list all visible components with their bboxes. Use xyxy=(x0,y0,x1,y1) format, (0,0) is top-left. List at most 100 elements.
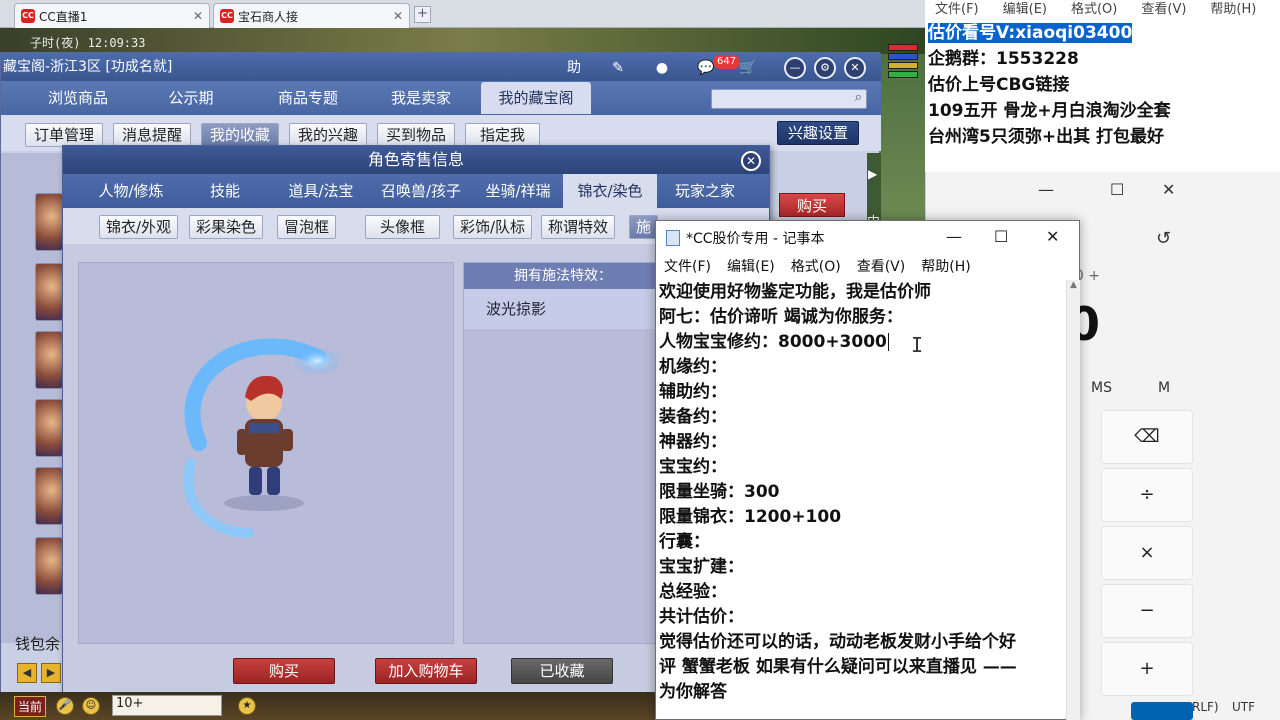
pen-icon[interactable]: ✎ xyxy=(607,57,629,79)
menu-file[interactable]: 文件(F) xyxy=(664,254,711,280)
text-line: 共计估价： xyxy=(659,607,744,627)
character-avatar[interactable] xyxy=(35,263,63,321)
menu-help[interactable]: 帮助(H) xyxy=(1210,0,1256,20)
close-icon[interactable]: ✕ xyxy=(741,151,761,171)
menu-edit[interactable]: 编辑(E) xyxy=(727,254,775,280)
character-avatar[interactable] xyxy=(35,399,63,457)
multiply-button[interactable]: × xyxy=(1101,526,1193,580)
subtab-color-dye[interactable]: 彩果染色 xyxy=(189,215,264,239)
subtab-outfit-appearance[interactable]: 锦衣/外观 xyxy=(99,215,179,239)
subnav-orders[interactable]: 订单管理 xyxy=(25,123,104,147)
menu-view[interactable]: 查看(V) xyxy=(857,254,906,280)
subnav-my-interests[interactable]: 我的兴趣 xyxy=(289,123,368,147)
subtab-decor-team-logo[interactable]: 彩饰/队标 xyxy=(453,215,533,239)
subnav-messages[interactable]: 消息提醒 xyxy=(113,123,192,147)
divide-button[interactable]: ÷ xyxy=(1101,468,1193,522)
nav-topics[interactable]: 商品专题 xyxy=(253,82,363,114)
subtab-casting-effects[interactable]: 施 xyxy=(629,215,659,239)
plus-button[interactable]: + xyxy=(1101,642,1193,696)
arrow-right-icon[interactable]: ▶ xyxy=(41,663,61,683)
help-icon[interactable]: 助 xyxy=(563,57,585,79)
toolbar-icon[interactable]: ★ xyxy=(238,697,256,715)
text-line: 限量坐骑：300 xyxy=(659,482,780,502)
nav-browse-goods[interactable]: 浏览商品 xyxy=(23,82,133,114)
settings-gear-icon[interactable]: ⚙ xyxy=(814,57,836,79)
menu-file[interactable]: 文件(F) xyxy=(935,0,979,20)
character-avatar[interactable] xyxy=(35,467,63,525)
character-avatar[interactable] xyxy=(35,537,63,595)
current-channel-button[interactable]: 当前 xyxy=(14,696,47,717)
subnav-assigned-to-me[interactable]: 指定我 xyxy=(465,123,541,147)
minimize-icon[interactable]: — xyxy=(1038,180,1054,199)
buy-button[interactable]: 购买 xyxy=(233,658,335,684)
play-arrow-icon[interactable]: ▶ xyxy=(868,167,877,181)
promo-menu-bar: 文件(F) 编辑(E) 格式(O) 查看(V) 帮助(H) xyxy=(925,0,1280,20)
nav-i-am-seller[interactable]: 我是卖家 xyxy=(371,82,471,114)
tab-mounts[interactable]: 坐骑/祥瑞 xyxy=(473,174,563,208)
tab-summons-children[interactable]: 召唤兽/孩子 xyxy=(369,174,473,208)
character-avatar[interactable] xyxy=(35,331,63,389)
history-icon[interactable]: ↺ xyxy=(1156,228,1171,249)
text-line: 机缘约： xyxy=(659,357,727,377)
cart-icon[interactable]: 🛒 xyxy=(737,57,759,79)
notepad-text-area[interactable]: 欢迎使用好物鉴定功能，我是估价师 阿七：估价谛听 竭诚为你服务： 人物宝宝修约：… xyxy=(656,280,1066,720)
maximize-icon[interactable]: ☐ xyxy=(994,227,1008,246)
window-title-text: 藏宝阁-浙江3区 [功成名就] xyxy=(3,59,173,75)
tab-skills[interactable]: 技能 xyxy=(193,174,257,208)
text-line-with-caret: 人物宝宝修约：8000+3000 xyxy=(659,330,1066,355)
tab-player-home[interactable]: 玩家之家 xyxy=(663,174,747,208)
close-icon[interactable]: ✕ xyxy=(1162,180,1175,199)
search-icon[interactable]: ⌕ xyxy=(855,90,862,105)
minimize-icon[interactable]: — xyxy=(784,57,806,79)
favorited-button[interactable]: 已收藏 xyxy=(511,658,613,684)
promo-line: 109五开 骨龙+月白浪淘沙全套 xyxy=(928,101,1171,121)
nav-my-pavilion[interactable]: 我的藏宝阁 xyxy=(481,82,591,114)
emoji-icon[interactable]: ☺ xyxy=(82,697,100,715)
subtab-bubble-frame[interactable]: 冒泡框 xyxy=(277,215,337,239)
close-icon[interactable]: ✕ xyxy=(193,9,203,23)
interest-settings-button[interactable]: 兴趣设置 xyxy=(777,121,860,145)
browser-tab-gem-merchant[interactable]: CC 宝石商人接 ✕ xyxy=(213,3,410,28)
minus-button[interactable]: − xyxy=(1101,584,1193,638)
new-tab-plus-icon[interactable]: + xyxy=(414,6,431,23)
menu-view[interactable]: 查看(V) xyxy=(1141,0,1186,20)
tab-character-cultivation[interactable]: 人物/修炼 xyxy=(83,174,179,208)
memory-button[interactable]: M xyxy=(1158,380,1170,396)
close-icon[interactable]: ✕ xyxy=(1046,227,1059,246)
search-input[interactable] xyxy=(712,90,842,108)
text-line: 宝宝扩建： xyxy=(659,557,744,577)
scroll-up-icon[interactable]: ▲ xyxy=(1067,280,1080,290)
chat-input[interactable]: 10+ xyxy=(112,695,222,716)
tab-items-treasures[interactable]: 道具/法宝 xyxy=(271,174,371,208)
effect-item[interactable]: 波光掠影 xyxy=(464,289,662,329)
list-buy-button[interactable]: 购买 xyxy=(779,193,845,217)
subnav-bought-items[interactable]: 买到物品 xyxy=(377,123,456,147)
minimize-icon[interactable]: — xyxy=(946,227,962,246)
close-icon[interactable]: ✕ xyxy=(393,9,403,23)
equals-button[interactable] xyxy=(1131,702,1193,720)
menu-edit[interactable]: 编辑(E) xyxy=(1003,0,1047,20)
menu-format[interactable]: 格式(O) xyxy=(791,254,841,280)
subnav-my-favorites[interactable]: 我的收藏 xyxy=(201,123,280,147)
vertical-scrollbar[interactable]: ▲ xyxy=(1066,280,1080,720)
close-icon[interactable]: ✕ xyxy=(844,57,866,79)
text-line: 行囊： xyxy=(659,532,710,552)
maximize-icon[interactable]: ☐ xyxy=(1110,180,1124,199)
menu-format[interactable]: 格式(O) xyxy=(1071,0,1117,20)
record-icon[interactable]: ● xyxy=(651,57,673,79)
memory-store-button[interactable]: MS xyxy=(1091,380,1112,396)
backspace-button[interactable]: ⌫ xyxy=(1101,410,1193,464)
microphone-icon[interactable]: 🎤 xyxy=(56,697,74,715)
nav-public-period[interactable]: 公示期 xyxy=(141,82,241,114)
add-to-cart-button[interactable]: 加入购物车 xyxy=(375,658,477,684)
promo-line: 企鹅群：1553228 xyxy=(928,49,1079,69)
subtab-title-effects[interactable]: 称谓特效 xyxy=(541,215,616,239)
search-box[interactable]: ⌕ xyxy=(711,89,867,109)
browser-tab-cc-live-1[interactable]: CC CC直播1 ✕ xyxy=(14,3,210,28)
arrow-left-icon[interactable]: ◀ xyxy=(17,663,37,683)
menu-help[interactable]: 帮助(H) xyxy=(921,254,970,280)
dialog-title: 角色寄售信息 xyxy=(63,146,769,174)
subtab-avatar-frame[interactable]: 头像框 xyxy=(365,215,441,239)
tab-outfit-dye[interactable]: 锦衣/染色 xyxy=(563,174,657,208)
character-avatar[interactable] xyxy=(35,193,63,251)
